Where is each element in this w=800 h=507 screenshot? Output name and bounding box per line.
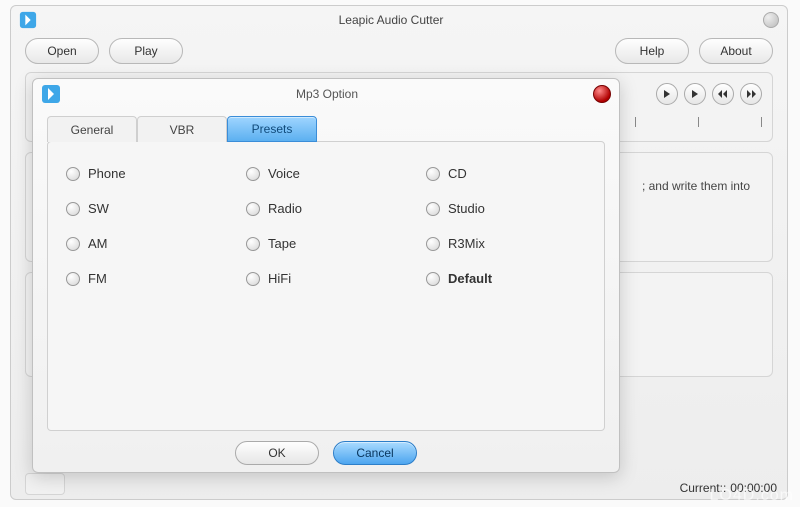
- preset-sw[interactable]: SW: [66, 201, 226, 216]
- dialog-titlebar: Mp3 Option: [33, 79, 619, 109]
- preset-label: R3Mix: [448, 236, 485, 251]
- main-titlebar: Leapic Audio Cutter: [11, 6, 787, 34]
- presets-tab-panel: Phone Voice CD SW Radio Studio AM Tape R3Mix FM Hi…: [47, 141, 605, 431]
- preset-fm[interactable]: FM: [66, 271, 226, 286]
- next-icon-button[interactable]: [684, 83, 706, 105]
- cancel-button[interactable]: Cancel: [333, 441, 417, 465]
- radio-icon: [246, 237, 260, 251]
- preset-label: Studio: [448, 201, 485, 216]
- preset-label: FM: [88, 271, 107, 286]
- app-icon: [19, 11, 37, 29]
- statusbar: Current:: 00:00:00: [680, 481, 777, 495]
- fastforward-icon: [746, 90, 756, 98]
- preset-label: CD: [448, 166, 467, 181]
- preset-phone[interactable]: Phone: [66, 166, 226, 181]
- app-icon-wrap: [19, 11, 45, 29]
- help-button[interactable]: Help: [615, 38, 689, 64]
- preset-cd[interactable]: CD: [426, 166, 586, 181]
- tab-general[interactable]: General: [47, 116, 137, 142]
- rewind-icon: [718, 90, 728, 98]
- preset-label: HiFi: [268, 271, 291, 286]
- ok-button[interactable]: OK: [235, 441, 319, 465]
- open-button[interactable]: Open: [25, 38, 99, 64]
- radio-icon: [426, 272, 440, 286]
- preset-grid: Phone Voice CD SW Radio Studio AM Tape R3Mix FM Hi…: [66, 166, 586, 286]
- dialog-app-icon: [41, 84, 61, 104]
- radio-icon: [426, 202, 440, 216]
- preset-label: Phone: [88, 166, 126, 181]
- radio-icon: [426, 167, 440, 181]
- preset-label: Radio: [268, 201, 302, 216]
- preset-label: SW: [88, 201, 109, 216]
- status-label: Current::: [680, 481, 727, 495]
- minimize-orb[interactable]: [763, 12, 779, 28]
- play-icon: [663, 90, 671, 98]
- tab-vbr[interactable]: VBR: [137, 116, 227, 142]
- play-icon-button[interactable]: [656, 83, 678, 105]
- preset-label: Voice: [268, 166, 300, 181]
- close-button[interactable]: [593, 85, 611, 103]
- radio-icon: [66, 202, 80, 216]
- preset-label: Tape: [268, 236, 296, 251]
- main-toolbar: Open Play Help About: [11, 34, 787, 72]
- mp3-option-dialog: Mp3 Option General VBR Presets Phone Voic…: [32, 78, 620, 473]
- play-button[interactable]: Play: [109, 38, 183, 64]
- preset-label: Default: [448, 271, 492, 286]
- main-title: Leapic Audio Cutter: [19, 13, 763, 27]
- radio-icon: [66, 272, 80, 286]
- next-icon: [691, 90, 699, 98]
- radio-icon: [426, 237, 440, 251]
- radio-icon: [246, 202, 260, 216]
- preset-studio[interactable]: Studio: [426, 201, 586, 216]
- radio-icon: [246, 272, 260, 286]
- preset-voice[interactable]: Voice: [246, 166, 406, 181]
- about-button[interactable]: About: [699, 38, 773, 64]
- radio-icon: [66, 237, 80, 251]
- preset-r3mix[interactable]: R3Mix: [426, 236, 586, 251]
- toolbar-spacer: [193, 38, 605, 64]
- dialog-title: Mp3 Option: [61, 87, 593, 101]
- preset-tape[interactable]: Tape: [246, 236, 406, 251]
- dialog-button-row: OK Cancel: [33, 441, 619, 465]
- preset-hifi[interactable]: HiFi: [246, 271, 406, 286]
- playback-controls: [656, 83, 762, 105]
- dialog-tabs: General VBR Presets: [47, 115, 605, 141]
- preset-radio[interactable]: Radio: [246, 201, 406, 216]
- radio-icon: [246, 167, 260, 181]
- status-value: 00:00:00: [730, 481, 777, 495]
- preset-am[interactable]: AM: [66, 236, 226, 251]
- radio-icon: [66, 167, 80, 181]
- tab-presets[interactable]: Presets: [227, 116, 317, 142]
- rewind-icon-button[interactable]: [712, 83, 734, 105]
- fastforward-icon-button[interactable]: [740, 83, 762, 105]
- status-mini-panel: [25, 473, 65, 495]
- preset-default[interactable]: Default: [426, 271, 586, 286]
- preset-label: AM: [88, 236, 108, 251]
